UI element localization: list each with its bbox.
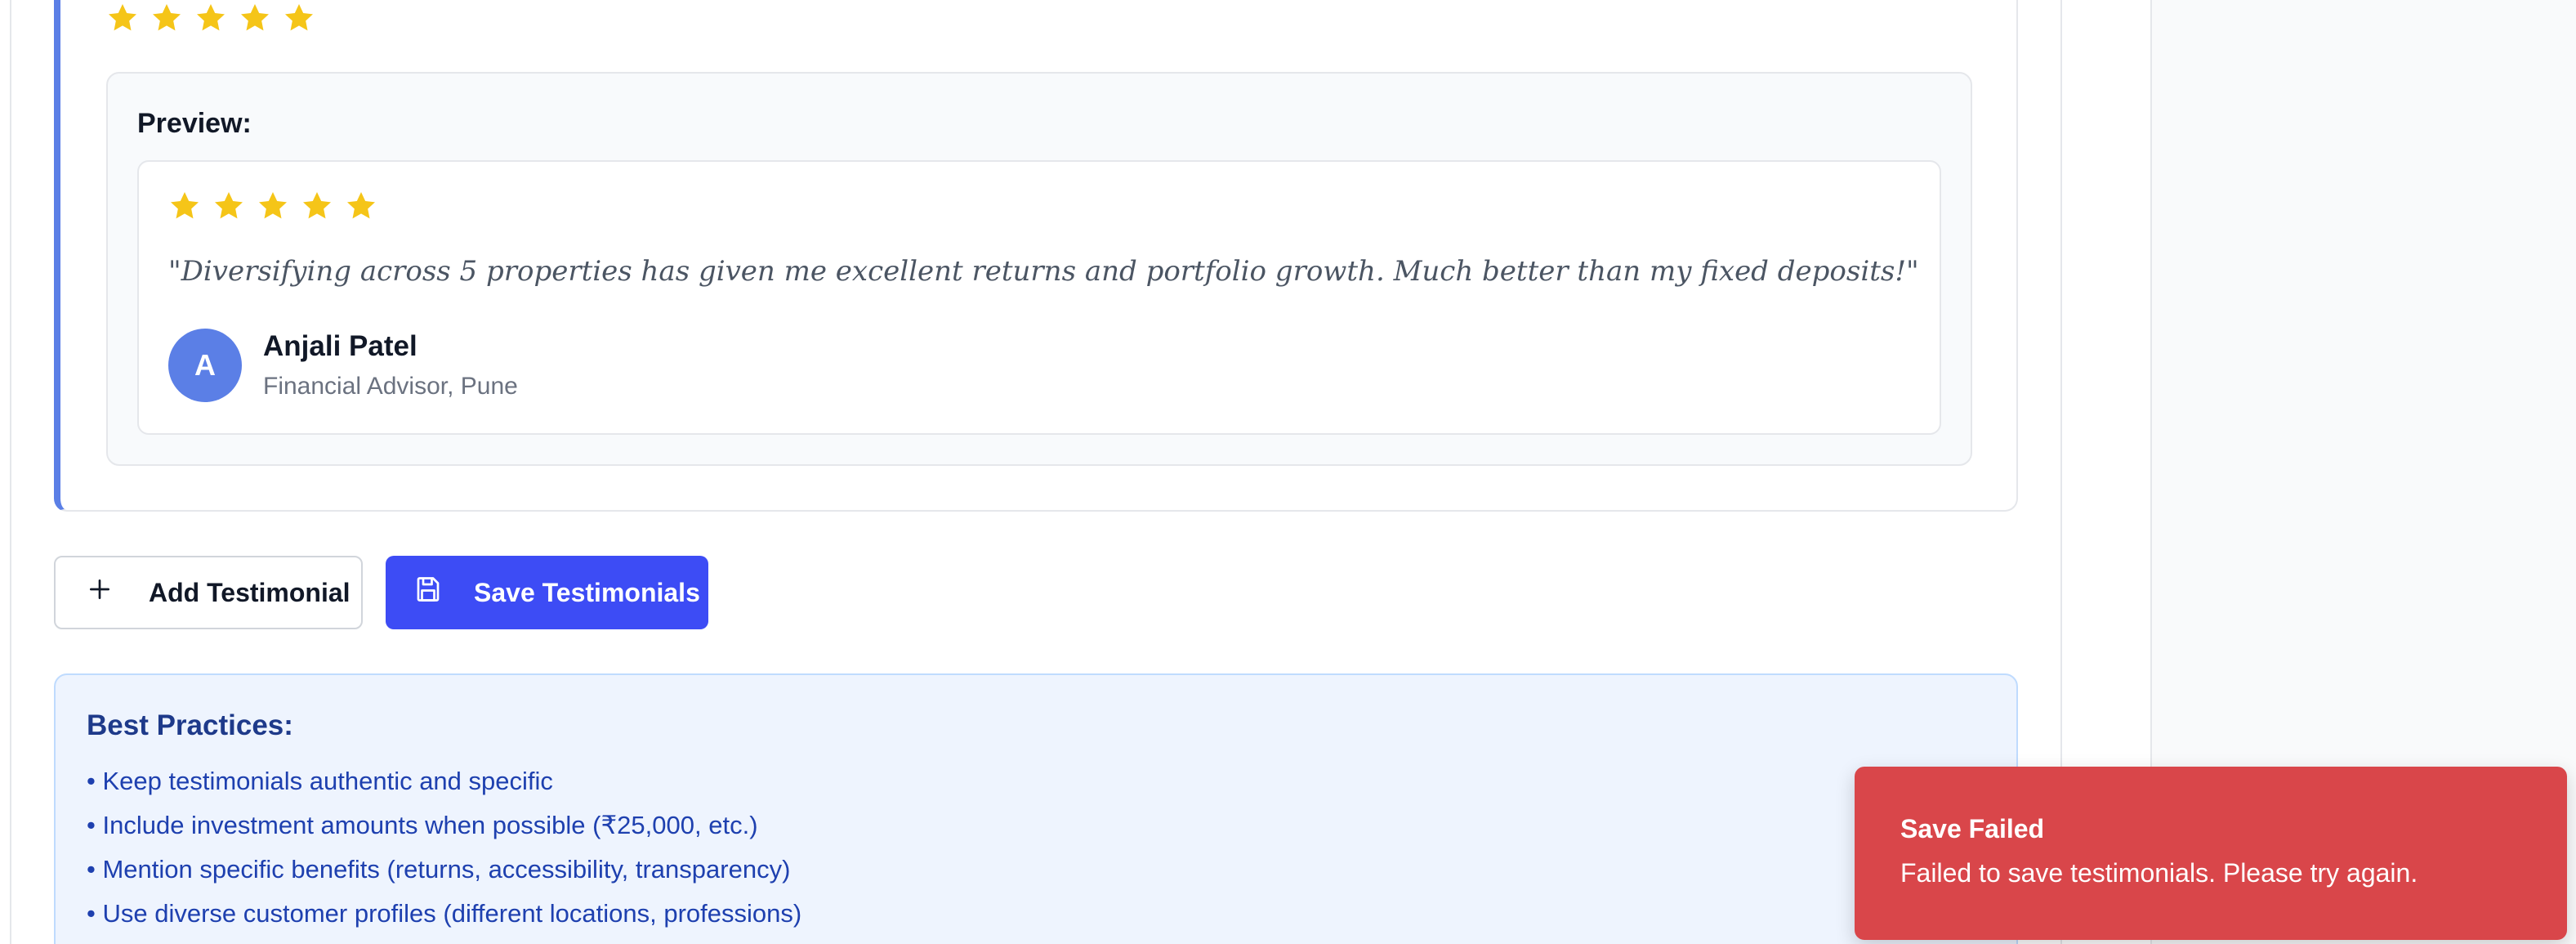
- preview-rating: [168, 190, 377, 222]
- toast-title: Save Failed: [1900, 814, 2045, 843]
- preview-label: Preview:: [137, 108, 252, 139]
- list-item: • Mention specific benefits (returns, ac…: [87, 855, 791, 884]
- star-icon: [168, 190, 201, 222]
- add-testimonial-label: Add Testimonial: [149, 577, 350, 607]
- save-icon: [413, 575, 443, 611]
- author-name: Anjali Patel: [263, 330, 417, 362]
- error-toast[interactable]: [1855, 767, 2567, 940]
- star-icon: [301, 190, 333, 222]
- list-item: • Include investment amounts when possib…: [87, 811, 758, 839]
- list-item: • Keep testimonials authentic and specif…: [87, 767, 553, 795]
- star-icon[interactable]: [106, 2, 139, 34]
- add-testimonial-button[interactable]: Add Testimonial: [54, 556, 363, 629]
- star-icon: [345, 190, 377, 222]
- content-left-border: [10, 0, 11, 944]
- avatar-initial: A: [194, 348, 216, 382]
- plus-icon: [87, 576, 113, 609]
- star-icon: [257, 190, 289, 222]
- star-icon[interactable]: [194, 2, 227, 34]
- list-item: • Use diverse customer profiles (differe…: [87, 899, 802, 928]
- star-icon[interactable]: [150, 2, 183, 34]
- save-testimonials-label: Save Testimonials: [474, 577, 700, 607]
- star-icon: [212, 190, 245, 222]
- avatar: A: [168, 329, 242, 402]
- author-role: Financial Advisor, Pune: [263, 373, 518, 400]
- star-icon[interactable]: [283, 2, 315, 34]
- save-testimonials-button[interactable]: Save Testimonials: [386, 556, 708, 629]
- toast-message: Failed to save testimonials. Please try …: [1900, 858, 2418, 888]
- best-practices-title: Best Practices:: [87, 709, 293, 741]
- testimonial-quote: "Diversifying across 5 properties has gi…: [168, 255, 1919, 288]
- star-icon[interactable]: [239, 2, 271, 34]
- rating-star-selector[interactable]: [106, 2, 315, 34]
